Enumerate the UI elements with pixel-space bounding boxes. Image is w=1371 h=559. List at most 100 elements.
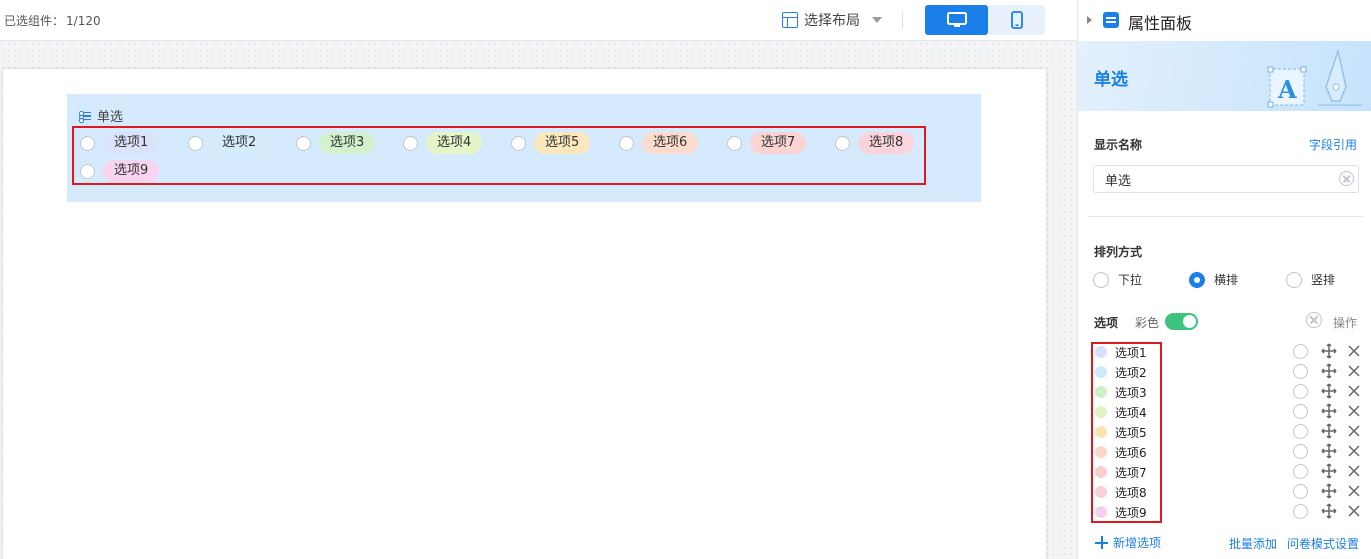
option-list-row: 选项5 xyxy=(1078,422,1371,442)
clear-icon[interactable] xyxy=(1339,171,1354,186)
option-color-dot[interactable] xyxy=(1095,346,1107,358)
banner-title: 单选 xyxy=(1094,70,1128,90)
device-pc-button[interactable] xyxy=(925,5,988,35)
option-color-dot[interactable] xyxy=(1095,366,1107,378)
radio-circle[interactable] xyxy=(80,135,95,151)
option-pill: 选项1 xyxy=(103,132,160,154)
option-color-dot[interactable] xyxy=(1095,486,1107,498)
widget-title-text: 单选 xyxy=(97,110,124,125)
option-label[interactable]: 选项9 xyxy=(1115,504,1147,521)
device-mobile-button[interactable] xyxy=(988,5,1045,35)
widget-option[interactable]: 选项5 xyxy=(511,132,591,154)
arrangement-option-dropdown[interactable]: 下拉 xyxy=(1093,271,1142,288)
option-color-dot[interactable] xyxy=(1095,466,1107,478)
option-color-dot[interactable] xyxy=(1095,406,1107,418)
move-icon[interactable] xyxy=(1321,503,1337,519)
option-label[interactable]: 选项3 xyxy=(1115,384,1147,401)
move-icon[interactable] xyxy=(1321,483,1337,499)
default-radio[interactable] xyxy=(1293,384,1308,399)
option-label[interactable]: 选项8 xyxy=(1115,484,1147,501)
arrangement-option-label: 下拉 xyxy=(1118,273,1143,287)
option-color-dot[interactable] xyxy=(1095,446,1107,458)
widget-option[interactable]: 选项4 xyxy=(403,132,483,154)
toolbar-divider xyxy=(902,12,903,29)
widget-option[interactable]: 选项3 xyxy=(296,132,376,154)
move-icon[interactable] xyxy=(1321,383,1337,399)
option-label[interactable]: 选项4 xyxy=(1115,404,1147,421)
default-radio[interactable] xyxy=(1293,364,1308,379)
default-radio[interactable] xyxy=(1293,404,1308,419)
option-label[interactable]: 选项5 xyxy=(1115,424,1147,441)
radio-circle[interactable] xyxy=(80,163,95,179)
arrangement-option-vertical[interactable]: 竖排 xyxy=(1286,271,1335,288)
option-list-row: 选项4 xyxy=(1078,402,1371,422)
radio-circle[interactable] xyxy=(727,135,742,151)
radio-list-icon xyxy=(79,111,91,122)
svg-text:A: A xyxy=(1277,75,1297,104)
batch-add-link[interactable]: 批量添加 xyxy=(1229,535,1277,552)
display-name-input[interactable] xyxy=(1093,165,1359,193)
close-icon[interactable] xyxy=(1346,443,1362,459)
survey-mode-settings-link[interactable]: 问卷模式设置 xyxy=(1287,535,1359,552)
radio-circle[interactable] xyxy=(1093,271,1109,288)
option-color-dot[interactable] xyxy=(1095,506,1107,518)
close-icon[interactable] xyxy=(1346,363,1362,379)
close-icon[interactable] xyxy=(1346,403,1362,419)
option-label[interactable]: 选项6 xyxy=(1115,444,1147,461)
plus-icon xyxy=(1095,536,1108,549)
move-icon[interactable] xyxy=(1321,423,1337,439)
default-radio[interactable] xyxy=(1293,504,1308,519)
radio-checked[interactable] xyxy=(1189,271,1205,288)
layout-select-dropdown[interactable]: 选择布局 xyxy=(782,9,882,31)
radio-circle[interactable] xyxy=(1286,271,1302,288)
default-radio[interactable] xyxy=(1293,344,1308,359)
close-icon[interactable] xyxy=(1346,483,1362,499)
close-icon[interactable] xyxy=(1346,503,1362,519)
panel-header: 属性面板 xyxy=(1078,0,1371,41)
option-pill: 选项9 xyxy=(103,160,160,182)
radio-circle[interactable] xyxy=(188,135,203,151)
close-icon[interactable] xyxy=(1346,383,1362,399)
close-icon[interactable] xyxy=(1346,463,1362,479)
arrangement-option-horizontal[interactable]: 横排 xyxy=(1189,271,1238,288)
move-icon[interactable] xyxy=(1321,463,1337,479)
option-label[interactable]: 选项2 xyxy=(1115,364,1147,381)
radio-circle[interactable] xyxy=(296,135,311,151)
add-option-button[interactable]: 新增选项 xyxy=(1095,534,1161,551)
default-radio[interactable] xyxy=(1293,444,1308,459)
default-radio[interactable] xyxy=(1293,484,1308,499)
option-list-row: 选项7 xyxy=(1078,462,1371,482)
widget-option[interactable]: 选项8 xyxy=(835,132,915,154)
close-icon[interactable] xyxy=(1346,423,1362,439)
option-label[interactable]: 选项1 xyxy=(1115,344,1147,361)
arrangement-label: 排列方式 xyxy=(1094,245,1143,259)
option-color-dot[interactable] xyxy=(1095,426,1107,438)
add-option-label: 新增选项 xyxy=(1113,536,1162,550)
widget-option[interactable]: 选项6 xyxy=(619,132,699,154)
option-pill: 选项8 xyxy=(858,132,915,154)
panel-title: 属性面板 xyxy=(1128,14,1193,33)
default-radio[interactable] xyxy=(1293,464,1308,479)
close-icon[interactable] xyxy=(1346,343,1362,359)
move-icon[interactable] xyxy=(1321,343,1337,359)
radio-circle[interactable] xyxy=(511,135,526,151)
option-list-row: 选项3 xyxy=(1078,382,1371,402)
widget-option[interactable]: 选项2 xyxy=(188,132,268,154)
option-label[interactable]: 选项7 xyxy=(1115,464,1147,481)
option-color-dot[interactable] xyxy=(1095,386,1107,398)
colorful-toggle[interactable] xyxy=(1165,313,1198,330)
move-icon[interactable] xyxy=(1321,363,1337,379)
default-radio[interactable] xyxy=(1293,424,1308,439)
widget-option[interactable]: 选项9 xyxy=(80,160,160,182)
widget-option[interactable]: 选项1 xyxy=(80,132,160,154)
widget-option[interactable]: 选项7 xyxy=(727,132,807,154)
radio-circle[interactable] xyxy=(835,135,850,151)
radio-circle[interactable] xyxy=(619,135,634,151)
move-icon[interactable] xyxy=(1321,443,1337,459)
radio-widget[interactable]: 单选 选项1 选项2 选项3 选项4 选项5 选项6 选项7 选项8 选项9 xyxy=(67,94,981,202)
field-reference-link[interactable]: 字段引用 xyxy=(1309,136,1357,153)
radio-circle[interactable] xyxy=(403,135,418,151)
option-list-row: 选项9 xyxy=(1078,502,1371,522)
move-icon[interactable] xyxy=(1321,403,1337,419)
collapse-arrow-icon[interactable] xyxy=(1087,16,1092,24)
